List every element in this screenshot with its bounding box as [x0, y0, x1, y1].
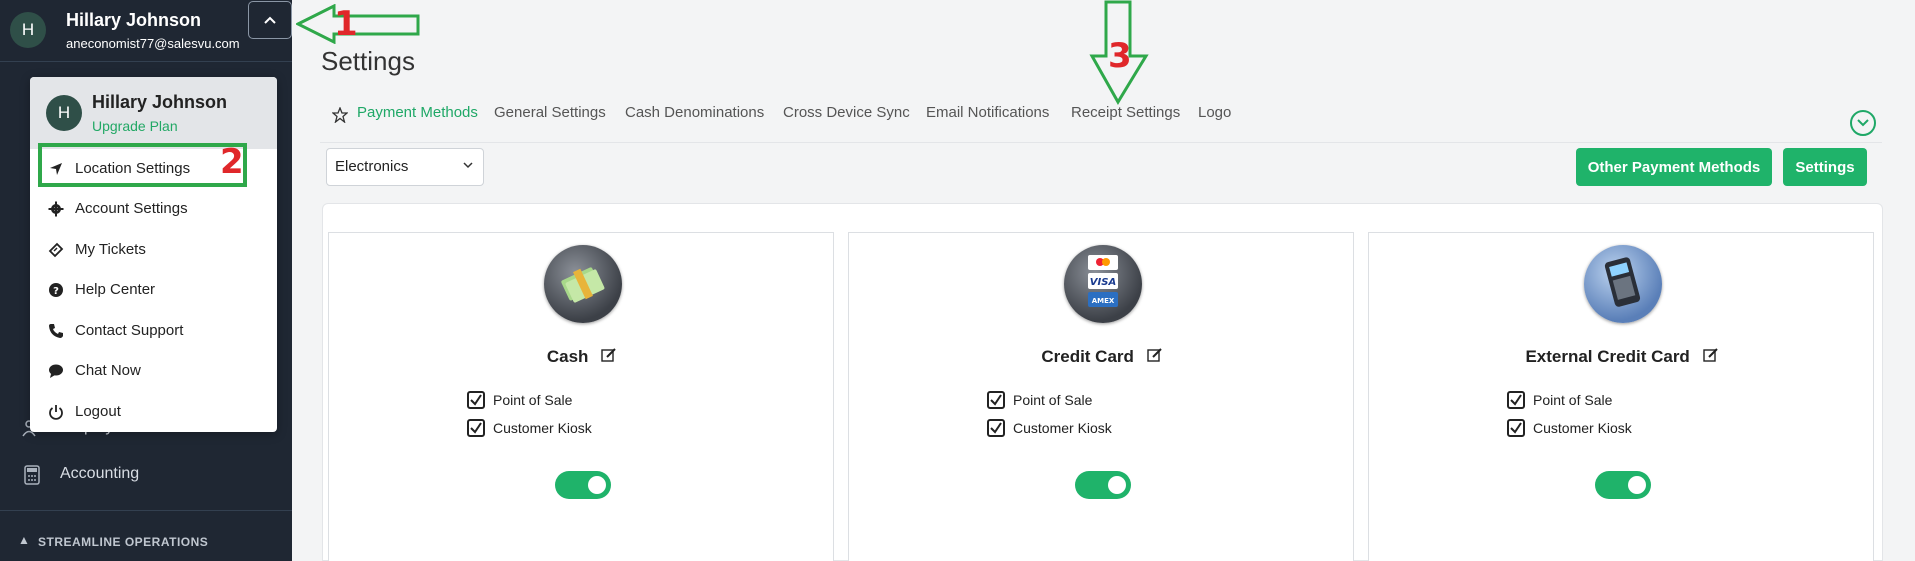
enable-toggle[interactable] — [1595, 471, 1651, 499]
checkbox-label: Customer Kiosk — [493, 420, 592, 436]
enable-toggle[interactable] — [555, 471, 611, 499]
amex-logo: AMEX — [1092, 297, 1115, 305]
menu-item-label: Account Settings — [75, 200, 188, 217]
sidebar-user-email: aneconomist77@salesvu.com — [66, 36, 240, 51]
location-select[interactable]: Electronics — [326, 148, 484, 186]
enable-toggle[interactable] — [1075, 471, 1131, 499]
menu-item-account-settings[interactable]: Account Settings — [30, 189, 277, 229]
payment-method-title: Credit Card — [849, 347, 1355, 367]
user-menu-toggle-button[interactable] — [248, 1, 292, 39]
annotation-arrow-left-icon — [296, 4, 420, 44]
sidebar-item-accounting[interactable]: Accounting — [0, 455, 292, 495]
chevron-down-icon — [463, 162, 473, 169]
checkbox[interactable] — [1507, 419, 1525, 437]
edit-icon[interactable] — [601, 347, 617, 363]
checkbox[interactable] — [987, 419, 1005, 437]
sidebar-section-header[interactable]: ▲ STREAMLINE OPERATIONS — [0, 510, 292, 561]
other-payment-methods-button[interactable]: Other Payment Methods — [1576, 148, 1772, 186]
checkbox-label: Point of Sale — [1533, 392, 1613, 408]
checkbox[interactable] — [467, 391, 485, 409]
card-terminal-icon — [1584, 245, 1662, 323]
checkbox-label: Customer Kiosk — [1013, 420, 1112, 436]
menu-item-label: Logout — [75, 403, 121, 420]
payment-method-title: Cash — [329, 347, 835, 367]
checkbox[interactable] — [467, 419, 485, 437]
menu-item-contact-support[interactable]: Contact Support — [30, 311, 277, 351]
user-menu-header: H Hillary Johnson Upgrade Plan — [30, 77, 277, 149]
tab-cash-denominations[interactable]: Cash Denominations — [625, 104, 764, 121]
calculator-icon — [24, 465, 40, 485]
annotation-number-2: 2 — [220, 142, 244, 182]
upgrade-plan-link[interactable]: Upgrade Plan — [92, 118, 178, 134]
tab-cross-device-sync[interactable]: Cross Device Sync — [783, 104, 910, 121]
menu-item-my-tickets[interactable]: My Tickets — [30, 230, 277, 270]
annotation-number-1: 1 — [334, 4, 358, 44]
checkbox[interactable] — [987, 391, 1005, 409]
caret-up-icon: ▲ — [18, 533, 31, 547]
avatar[interactable]: H — [10, 12, 46, 48]
user-menu-name: Hillary Johnson — [92, 92, 228, 112]
phone-icon — [49, 324, 63, 338]
menu-item-label: My Tickets — [75, 241, 146, 258]
credit-card-icon: VISA AMEX — [1064, 245, 1142, 323]
menu-item-chat-now[interactable]: Chat Now — [30, 351, 277, 391]
gear-icon — [48, 201, 64, 217]
payment-card-credit-card: VISA AMEX Credit Card Point of Sale Cust… — [848, 232, 1354, 561]
annotation-highlight-box — [38, 143, 247, 187]
menu-item-label: Chat Now — [75, 362, 141, 379]
payment-card-cash: Cash Point of Sale Customer Kiosk — [328, 232, 834, 561]
tab-payment-methods[interactable]: Payment Methods — [357, 104, 478, 121]
sidebar-user-name: Hillary Johnson — [66, 10, 202, 30]
settings-button[interactable]: Settings — [1783, 148, 1867, 186]
payment-method-title: External Credit Card — [1369, 347, 1875, 367]
power-icon — [49, 405, 63, 420]
checkbox-label: Customer Kiosk — [1533, 420, 1632, 436]
menu-item-help-center[interactable]: ? Help Center — [30, 270, 277, 310]
tabs-divider — [320, 142, 1882, 143]
edit-icon[interactable] — [1702, 347, 1719, 363]
cash-icon — [544, 245, 622, 323]
tab-email-notifications[interactable]: Email Notifications — [926, 104, 1049, 121]
location-select-value: Electronics — [335, 158, 409, 175]
svg-text:?: ? — [53, 286, 59, 297]
menu-item-label: Contact Support — [75, 322, 184, 339]
user-menu-dropdown: H Hillary Johnson Upgrade Plan Location … — [30, 77, 277, 432]
tab-general-settings[interactable]: General Settings — [494, 104, 606, 121]
page-title: Settings — [321, 46, 415, 76]
payment-method-name: Credit Card — [1041, 347, 1134, 366]
payment-method-name: External Credit Card — [1525, 347, 1690, 366]
payment-card-external-credit-card: External Credit Card Point of Sale Custo… — [1368, 232, 1874, 561]
avatar: H — [46, 95, 82, 131]
tab-receipt-settings[interactable]: Receipt Settings — [1071, 104, 1180, 121]
checkbox-label: Point of Sale — [1013, 392, 1093, 408]
chevron-down-icon — [1857, 119, 1869, 127]
payment-method-name: Cash — [546, 347, 589, 366]
menu-item-logout[interactable]: Logout — [30, 392, 277, 432]
checkbox[interactable] — [1507, 391, 1525, 409]
menu-item-label: Help Center — [75, 281, 156, 298]
question-circle-icon: ? — [49, 283, 63, 297]
tab-logo[interactable]: Logo — [1198, 104, 1231, 121]
sidebar-item-label: Accounting — [60, 465, 140, 482]
chevron-up-icon — [264, 16, 276, 24]
checkbox-label: Point of Sale — [493, 392, 573, 408]
visa-logo: VISA — [1090, 277, 1116, 288]
annotation-number-3: 3 — [1108, 36, 1132, 76]
collapse-button[interactable] — [1850, 110, 1876, 136]
edit-icon[interactable] — [1146, 347, 1163, 363]
star-icon[interactable] — [332, 107, 348, 123]
chat-bubble-icon — [49, 364, 63, 378]
ticket-icon — [48, 242, 64, 258]
sidebar-section-label: STREAMLINE OPERATIONS — [38, 535, 209, 549]
